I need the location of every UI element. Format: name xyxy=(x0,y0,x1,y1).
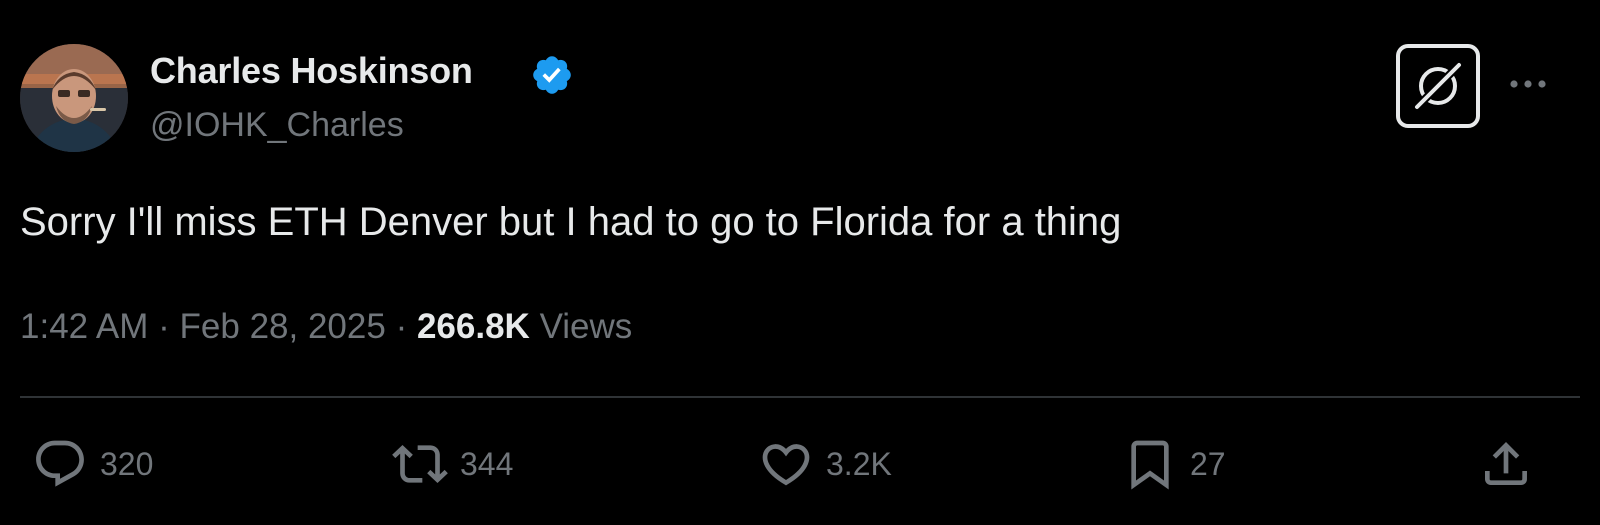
views-label: Views xyxy=(539,307,633,346)
more-icon[interactable] xyxy=(1506,70,1550,98)
avatar[interactable] xyxy=(20,44,128,152)
like-button[interactable]: 3.2K xyxy=(758,436,892,492)
tweet-date[interactable]: Feb 28, 2025 xyxy=(180,307,386,346)
display-name[interactable]: Charles Hoskinson xyxy=(150,50,473,92)
reply-icon xyxy=(36,440,84,487)
heart-icon xyxy=(762,444,810,486)
bookmark-button[interactable]: 27 xyxy=(1122,436,1226,492)
tweet-time[interactable]: 1:42 AM xyxy=(20,307,148,346)
grok-icon xyxy=(1415,63,1461,109)
bookmark-icon xyxy=(1131,440,1169,490)
share-button[interactable] xyxy=(1478,436,1534,492)
tweet-card: Charles Hoskinson @IOHK_Charles Sorry I'… xyxy=(0,0,1600,525)
grok-button[interactable] xyxy=(1396,44,1480,128)
repost-count: 344 xyxy=(460,445,514,482)
reply-count: 320 xyxy=(100,445,154,482)
views-count[interactable]: 266.8K xyxy=(417,307,530,346)
like-count: 3.2K xyxy=(826,445,892,482)
bookmark-count: 27 xyxy=(1190,445,1226,482)
reply-button[interactable]: 320 xyxy=(32,436,153,492)
share-icon xyxy=(1485,442,1527,485)
user-handle[interactable]: @IOHK_Charles xyxy=(150,106,404,145)
verified-badge-icon[interactable] xyxy=(530,53,574,97)
avatar-image xyxy=(20,44,128,152)
repost-button[interactable]: 344 xyxy=(392,436,513,492)
tweet-meta: 1:42 AM · Feb 28, 2025 · 266.8K Views xyxy=(20,307,632,347)
repost-icon xyxy=(392,445,448,483)
meta-separator: · xyxy=(158,307,170,346)
divider xyxy=(20,396,1580,398)
tweet-text: Sorry I'll miss ETH Denver but I had to … xyxy=(20,200,1122,244)
meta-separator: · xyxy=(395,307,408,346)
